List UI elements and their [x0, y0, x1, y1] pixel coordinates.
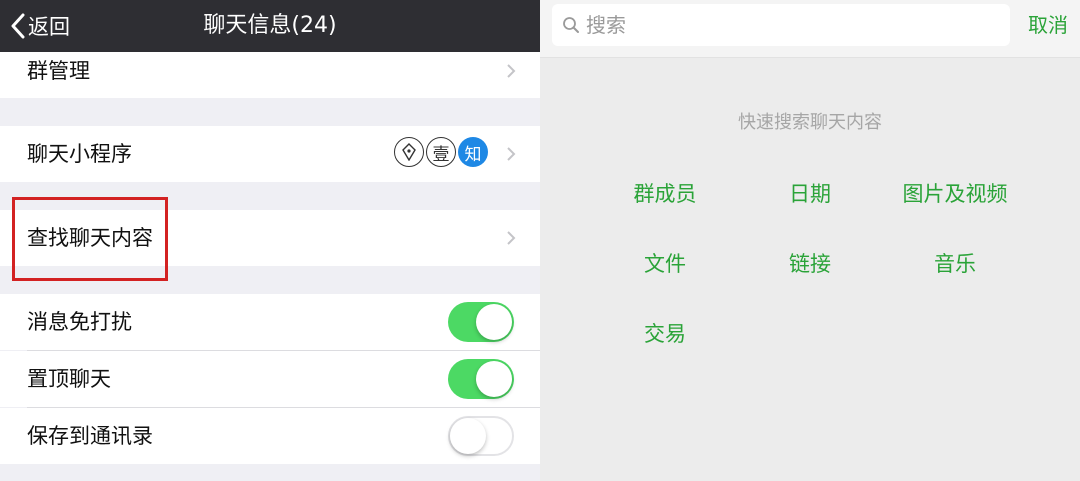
toggle-knob	[450, 418, 486, 454]
save-contacts-toggle[interactable]	[448, 416, 514, 456]
search-bar: 搜索 取消	[540, 0, 1080, 58]
search-input[interactable]: 搜索	[552, 4, 1010, 46]
row-label-mini-programs: 聊天小程序	[27, 142, 132, 166]
zhihu-app-icon: 知	[458, 137, 488, 167]
search-panel: 搜索 取消 快速搜索聊天内容 群成员 日期 图片及视频 文件 链接 音乐 交易	[540, 0, 1080, 481]
chevron-right-icon	[507, 64, 516, 78]
row-label-group-manage: 群管理	[27, 59, 90, 83]
row-group-manage[interactable]: 群管理	[0, 52, 540, 98]
option-images-videos[interactable]: 图片及视频	[880, 178, 1030, 208]
nav-bar: 返回 聊天信息(24)	[0, 0, 540, 52]
mute-toggle[interactable]	[448, 302, 514, 342]
toggle-knob	[476, 361, 512, 397]
yi-app-icon: 壹	[426, 137, 456, 167]
chevron-right-icon	[507, 147, 516, 161]
option-music[interactable]: 音乐	[890, 248, 1020, 278]
pen-nib-icon	[394, 137, 424, 167]
option-files[interactable]: 文件	[600, 248, 730, 278]
row-save-contacts: 保存到通讯录	[0, 408, 540, 464]
option-date[interactable]: 日期	[745, 178, 875, 208]
search-placeholder: 搜索	[586, 13, 626, 37]
page-title: 聊天信息(24)	[203, 13, 337, 38]
row-label-pin: 置顶聊天	[27, 367, 111, 391]
row-pin: 置顶聊天	[0, 351, 540, 407]
search-hint: 快速搜索聊天内容	[738, 112, 882, 133]
row-label-mute: 消息免打扰	[27, 310, 132, 334]
option-group-members[interactable]: 群成员	[600, 178, 730, 208]
search-icon	[563, 17, 579, 33]
toggle-knob	[476, 304, 512, 340]
option-links[interactable]: 链接	[745, 248, 875, 278]
row-mute: 消息免打扰	[0, 294, 540, 350]
pin-toggle[interactable]	[448, 359, 514, 399]
highlight-box	[12, 197, 168, 281]
chevron-right-icon	[507, 231, 516, 245]
option-transactions[interactable]: 交易	[600, 318, 730, 348]
cancel-button[interactable]: 取消	[1028, 0, 1068, 50]
row-label-save-contacts: 保存到通讯录	[27, 424, 153, 448]
mini-program-icons: 壹 知	[394, 137, 488, 167]
chat-info-panel: 返回 聊天信息(24) 群管理 聊天小程序 壹 知 查找聊天内容 消息免打扰 置…	[0, 0, 540, 481]
